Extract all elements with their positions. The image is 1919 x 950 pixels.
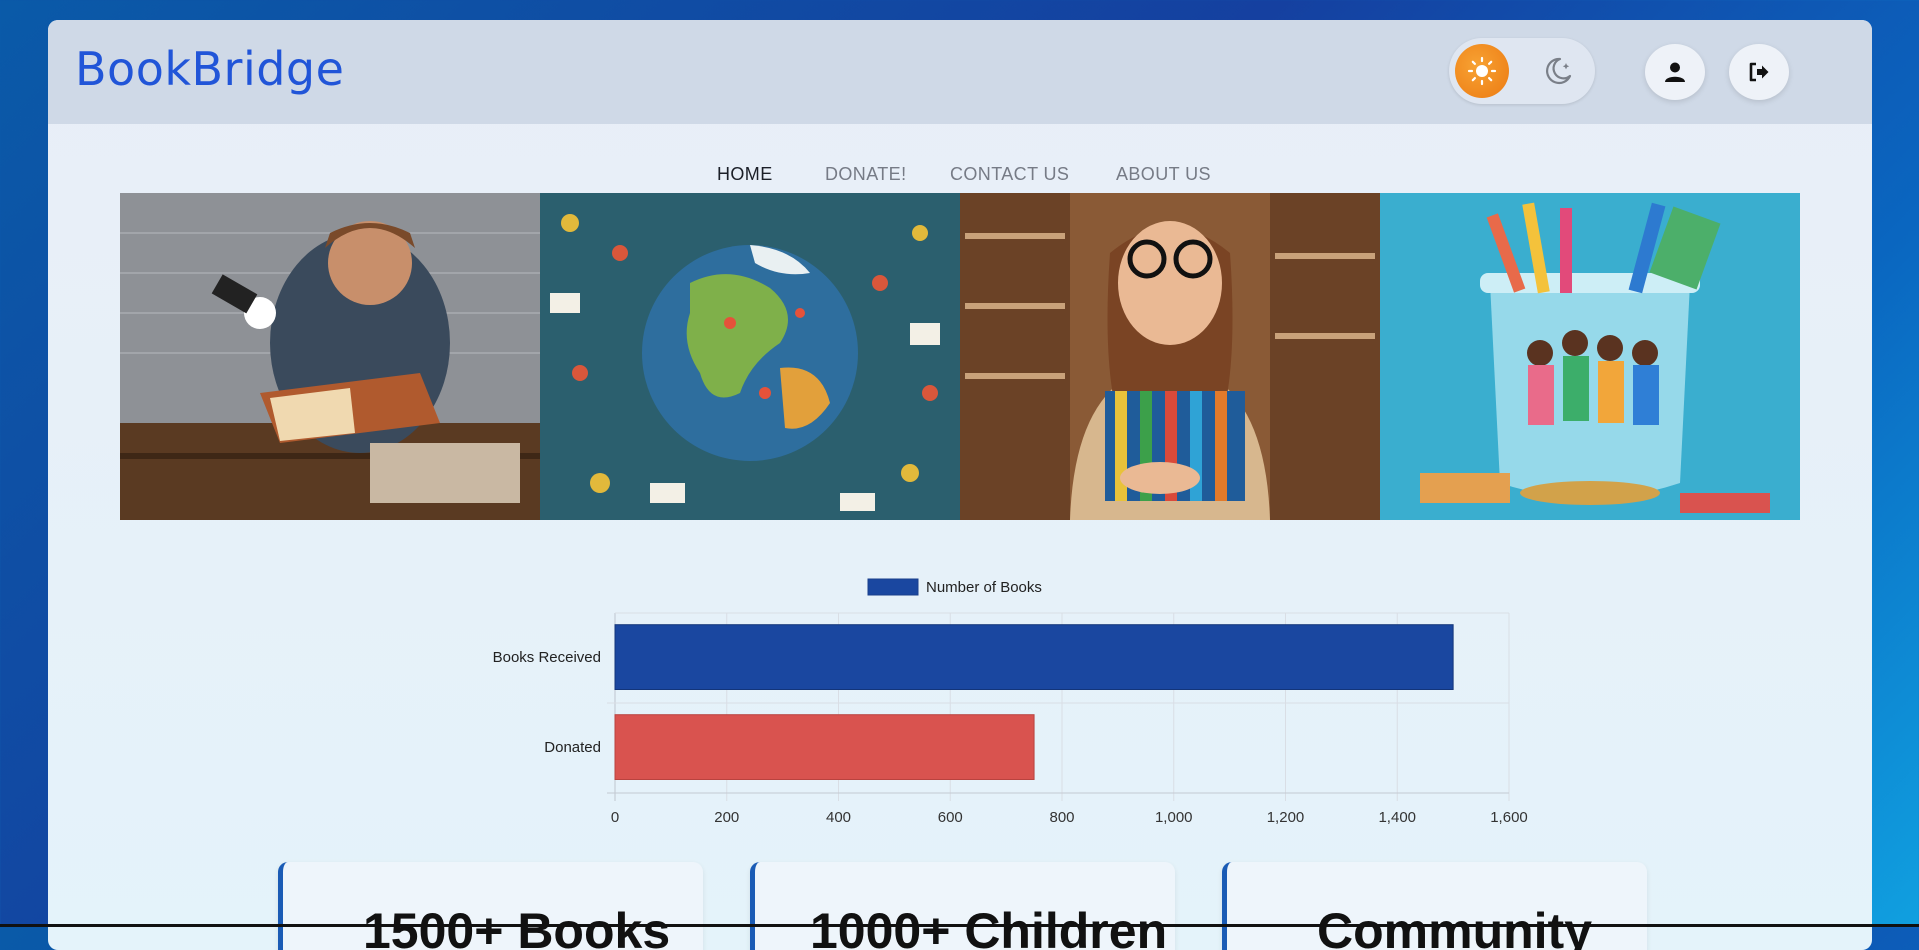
- books-chart: Number of Books Books Received Donated 0 2…: [388, 550, 1588, 850]
- x-tick-label: 1,600: [1490, 809, 1528, 826]
- x-tick-label: 800: [1049, 809, 1074, 826]
- nav-contact-us[interactable]: CONTACT US: [950, 164, 1069, 185]
- sun-icon[interactable]: [1455, 44, 1509, 98]
- x-tick-label: 0: [611, 809, 619, 826]
- x-tick-label: 1,200: [1267, 809, 1305, 826]
- stat-card-children: 1000+ Children: [750, 862, 1175, 950]
- x-tick-label: 1,000: [1155, 809, 1193, 826]
- banner-image-boy-reading: [120, 193, 540, 520]
- nav-about-us[interactable]: ABOUT US: [1116, 164, 1211, 185]
- image-banner: [120, 193, 1801, 520]
- x-tick-label: 600: [938, 809, 963, 826]
- banner-image-children-jar: [1380, 193, 1800, 520]
- logout-icon: [1749, 62, 1769, 82]
- brand-logo[interactable]: BookBridge: [75, 42, 344, 96]
- x-tick-label: 1,400: [1378, 809, 1416, 826]
- books-bar-chart: Number of Books Books Received Donated 0 2…: [493, 578, 1528, 826]
- bar-books-received[interactable]: [614, 624, 1454, 690]
- banner-image-globe-children: [540, 193, 960, 520]
- category-label: Donated: [544, 739, 601, 756]
- logout-button[interactable]: [1729, 44, 1789, 100]
- banner-image-girl-books: [960, 193, 1380, 520]
- header: BookBridge: [48, 20, 1872, 124]
- legend-swatch: [867, 578, 919, 596]
- legend-label: Number of Books: [926, 579, 1042, 596]
- moon-icon[interactable]: [1531, 44, 1585, 98]
- category-label: Books Received: [493, 649, 601, 666]
- main-card: BookBridge HOME DONATE! CONTACT US ABOUT…: [48, 20, 1872, 950]
- x-tick-label: 200: [714, 809, 739, 826]
- user-icon: [1665, 62, 1685, 82]
- theme-toggle[interactable]: [1449, 38, 1595, 104]
- x-tick-label: 400: [826, 809, 851, 826]
- stat-card-books: 1500+ Books: [278, 862, 703, 950]
- profile-button[interactable]: [1645, 44, 1705, 100]
- stat-card-community: Community: [1222, 862, 1647, 950]
- nav-home[interactable]: HOME: [717, 164, 773, 185]
- bar-donated[interactable]: [614, 714, 1035, 780]
- nav-donate[interactable]: DONATE!: [825, 164, 906, 185]
